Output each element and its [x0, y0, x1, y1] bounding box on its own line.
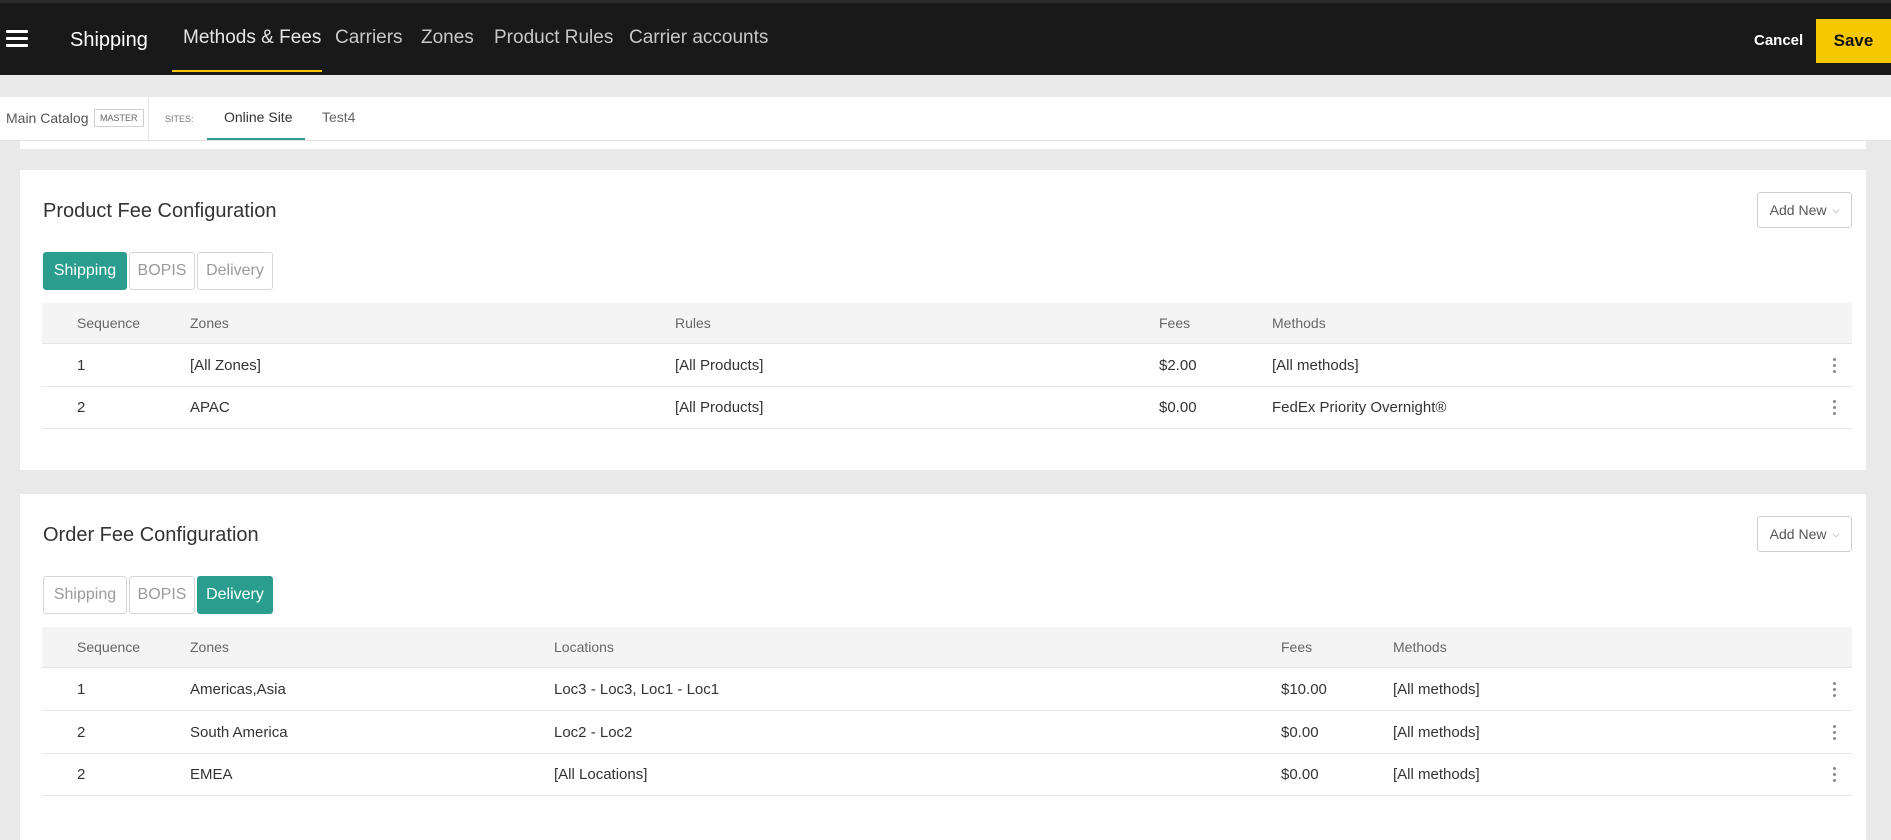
add-new-label: Add New — [1769, 202, 1827, 218]
previous-card-edge — [20, 141, 1866, 149]
card-title: Product Fee Configuration — [43, 200, 277, 222]
app-title: Shipping — [70, 29, 148, 51]
more-options-icon[interactable] — [1828, 387, 1840, 428]
fees-cell: $0.00 — [1281, 766, 1319, 783]
col-zones: Zones — [190, 315, 229, 331]
locations-cell: [All Locations] — [554, 766, 648, 783]
add-new-button[interactable]: Add New ⌵ — [1757, 192, 1852, 228]
sequence-cell: 1 — [77, 356, 86, 374]
table-row[interactable]: 2 APAC [All Products] $0.00 FedEx Priori… — [42, 386, 1852, 429]
col-rules: Rules — [675, 315, 711, 331]
add-new-label: Add New — [1769, 526, 1827, 542]
rules-cell: [All Products] — [675, 356, 764, 374]
add-new-button[interactable]: Add New ⌵ — [1757, 516, 1852, 552]
order-fee-table: Sequence Zones Locations Fees Methods 1 … — [42, 627, 1852, 796]
cancel-button[interactable]: Cancel — [1754, 32, 1803, 49]
col-zones: Zones — [190, 639, 229, 655]
methods-cell: [All methods] — [1393, 766, 1480, 783]
rules-cell: [All Products] — [675, 399, 764, 416]
product-fee-table: Sequence Zones Rules Fees Methods 1 [All… — [42, 303, 1852, 429]
active-tab-indicator — [172, 70, 322, 72]
site-tab-online-site[interactable]: Online Site — [224, 109, 292, 125]
more-options-icon[interactable] — [1828, 344, 1840, 386]
table-row[interactable]: 1 Americas,Asia Loc3 - Loc3, Loc1 - Loc1… — [42, 667, 1852, 710]
methods-cell: [All methods] — [1393, 723, 1480, 741]
sequence-cell: 2 — [77, 399, 86, 416]
more-options-icon[interactable] — [1828, 668, 1840, 710]
tab-carrier-accounts[interactable]: Carrier accounts — [629, 27, 768, 49]
divider — [148, 97, 149, 141]
col-sequence: Sequence — [77, 315, 141, 331]
col-fees: Fees — [1281, 639, 1313, 655]
site-tab-test4[interactable]: Test4 — [322, 109, 355, 125]
col-sequence: Sequence — [77, 639, 141, 655]
zones-cell: South America — [190, 723, 288, 741]
segment-bopis[interactable]: BOPIS — [129, 576, 195, 614]
segment-delivery[interactable]: Delivery — [197, 576, 273, 614]
table-row[interactable]: 2 South America Loc2 - Loc2 $0.00 [All m… — [42, 710, 1852, 753]
tab-product-rules[interactable]: Product Rules — [494, 27, 613, 49]
sequence-cell: 1 — [77, 680, 86, 698]
zones-cell: APAC — [190, 399, 230, 416]
fees-cell: $0.00 — [1159, 399, 1197, 416]
segment-bopis[interactable]: BOPIS — [129, 252, 195, 290]
methods-cell: FedEx Priority Overnight® — [1272, 399, 1447, 416]
segment-shipping[interactable]: Shipping — [43, 252, 127, 290]
table-row[interactable]: 1 [All Zones] [All Products] $2.00 [All … — [42, 343, 1852, 386]
top-navigation-bar: Shipping Methods & Fees Carriers Zones P… — [0, 0, 1891, 75]
active-site-indicator — [207, 138, 305, 140]
zones-cell: EMEA — [190, 766, 233, 783]
card-title: Order Fee Configuration — [43, 524, 259, 546]
scrollbar-track[interactable] — [1866, 141, 1891, 840]
col-methods: Methods — [1393, 639, 1447, 655]
zones-cell: [All Zones] — [190, 356, 261, 374]
zones-cell: Americas,Asia — [190, 680, 286, 698]
fees-cell: $0.00 — [1281, 723, 1319, 741]
order-fee-card: Order Fee Configuration Add New ⌵ Shippi… — [20, 494, 1866, 840]
chevron-down-icon: ⌵ — [1832, 528, 1840, 539]
col-methods: Methods — [1272, 315, 1326, 331]
tab-carriers[interactable]: Carriers — [335, 27, 403, 49]
site-selector-bar: Main Catalog MASTER SITES: Online Site T… — [0, 97, 1891, 141]
methods-cell: [All methods] — [1272, 356, 1359, 374]
fees-cell: $10.00 — [1281, 680, 1327, 698]
product-fee-card: Product Fee Configuration Add New ⌵ Ship… — [20, 170, 1866, 470]
catalog-name[interactable]: Main Catalog — [6, 110, 89, 126]
segment-shipping[interactable]: Shipping — [43, 576, 127, 614]
more-options-icon[interactable] — [1828, 711, 1840, 753]
table-header: Sequence Zones Rules Fees Methods — [42, 303, 1852, 343]
sites-label: SITES: — [165, 114, 194, 124]
col-fees: Fees — [1159, 315, 1191, 331]
fee-type-segmented-control: Shipping BOPIS Delivery — [43, 576, 273, 614]
tab-methods-fees[interactable]: Methods & Fees — [183, 27, 321, 49]
fee-type-segmented-control: Shipping BOPIS Delivery — [43, 252, 273, 290]
sequence-cell: 2 — [77, 723, 86, 741]
table-row[interactable]: 2 EMEA [All Locations] $0.00 [All method… — [42, 753, 1852, 796]
more-options-icon[interactable] — [1828, 754, 1840, 795]
fees-cell: $2.00 — [1159, 356, 1197, 374]
save-button[interactable]: Save — [1816, 19, 1891, 63]
chevron-down-icon: ⌵ — [1832, 204, 1840, 215]
locations-cell: Loc3 - Loc3, Loc1 - Loc1 — [554, 680, 720, 698]
master-badge: MASTER — [94, 109, 144, 127]
segment-delivery[interactable]: Delivery — [197, 252, 273, 290]
methods-cell: [All methods] — [1393, 680, 1480, 698]
table-header: Sequence Zones Locations Fees Methods — [42, 627, 1852, 667]
sequence-cell: 2 — [77, 766, 86, 783]
tab-zones[interactable]: Zones — [421, 27, 474, 49]
col-locations: Locations — [554, 639, 614, 655]
hamburger-menu-icon[interactable] — [6, 30, 28, 48]
locations-cell: Loc2 - Loc2 — [554, 723, 633, 741]
